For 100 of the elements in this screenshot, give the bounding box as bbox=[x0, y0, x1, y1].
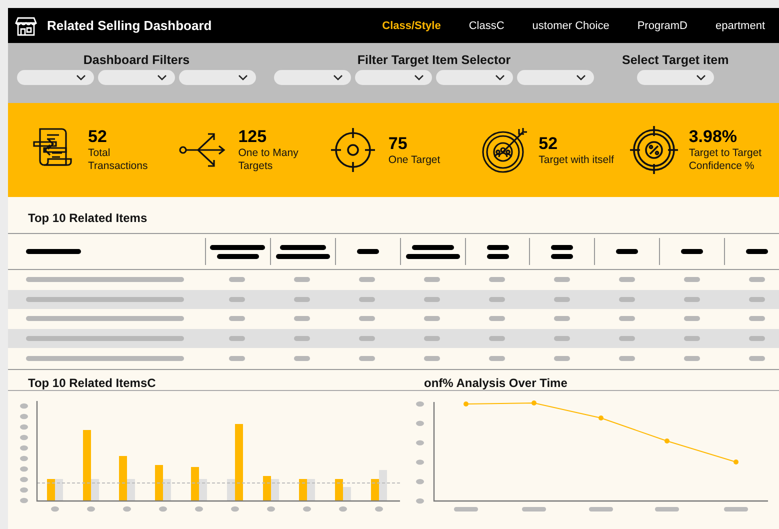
cell-placeholder bbox=[359, 316, 376, 322]
cell-placeholder bbox=[359, 296, 376, 302]
header-placeholder bbox=[616, 249, 638, 254]
data-point bbox=[664, 438, 670, 444]
kpi-value: 75 bbox=[388, 134, 408, 154]
cell-placeholder bbox=[229, 356, 246, 361]
kpi-value: 125 bbox=[238, 127, 268, 148]
tick-label-placeholder bbox=[51, 506, 59, 512]
cell-placeholder bbox=[489, 316, 505, 322]
nav-tab[interactable]: epartment bbox=[715, 20, 765, 32]
cell-placeholder bbox=[554, 356, 570, 361]
header-placeholder bbox=[276, 254, 330, 258]
header-placeholder bbox=[551, 244, 574, 250]
tick-label-placeholder bbox=[87, 506, 95, 512]
cell-placeholder bbox=[229, 296, 246, 302]
tick-label-placeholder bbox=[416, 460, 424, 465]
kpi-label: Target with itself bbox=[538, 154, 615, 166]
dashboard-title: Related Selling Dashboard bbox=[47, 18, 213, 33]
dropdown[interactable] bbox=[355, 70, 432, 85]
dropdown[interactable] bbox=[98, 70, 175, 85]
header-placeholder bbox=[210, 244, 266, 250]
cell-placeholder bbox=[489, 277, 505, 282]
cell-placeholder bbox=[684, 277, 700, 282]
cell-placeholder bbox=[229, 336, 246, 342]
header-placeholder bbox=[746, 249, 768, 254]
tick-label-placeholder bbox=[522, 506, 546, 512]
filter-group-title: Select Target item bbox=[622, 53, 729, 69]
data-point bbox=[734, 459, 738, 464]
data-point bbox=[532, 400, 536, 406]
dropdown[interactable] bbox=[517, 70, 594, 85]
chevron-down-icon bbox=[495, 74, 505, 80]
nav-tab[interactable]: Class/Style bbox=[382, 20, 441, 32]
tick-label-placeholder bbox=[375, 506, 383, 512]
tick-label-placeholder bbox=[231, 506, 239, 512]
dropdown[interactable] bbox=[17, 70, 94, 85]
header-placeholder bbox=[486, 254, 508, 258]
tick-label-placeholder bbox=[416, 478, 424, 484]
cell-placeholder bbox=[294, 316, 310, 322]
header-placeholder bbox=[356, 249, 379, 254]
kpi-value: 52 bbox=[538, 134, 559, 154]
cell-placeholder bbox=[424, 277, 440, 282]
cell-placeholder bbox=[489, 336, 505, 342]
nav-tab[interactable]: ClassC bbox=[468, 20, 504, 32]
cell-placeholder bbox=[294, 336, 310, 342]
header-placeholder bbox=[551, 254, 574, 258]
header-placeholder bbox=[681, 249, 704, 254]
tick-label-placeholder bbox=[655, 506, 679, 512]
cell-placeholder bbox=[424, 296, 440, 302]
cell-placeholder bbox=[618, 336, 635, 342]
nav-tab[interactable]: ustomer Choice bbox=[532, 20, 610, 32]
filter-group-title: Dashboard Filters bbox=[83, 53, 190, 69]
cell-placeholder bbox=[618, 277, 635, 282]
kpi-value: 3.98% bbox=[688, 127, 738, 148]
cell-placeholder bbox=[684, 296, 700, 302]
cell-placeholder bbox=[684, 336, 700, 342]
cell-placeholder bbox=[229, 316, 246, 322]
tick-label-placeholder bbox=[267, 506, 275, 512]
data-point bbox=[598, 415, 604, 420]
cell-placeholder bbox=[748, 356, 765, 361]
cell-placeholder bbox=[359, 336, 376, 342]
cell-placeholder bbox=[359, 277, 376, 282]
cell-placeholder bbox=[294, 277, 310, 282]
tick-label-placeholder bbox=[303, 506, 311, 512]
chart-title: Top 10 Related ItemsC bbox=[8, 370, 400, 391]
chevron-down-icon bbox=[76, 74, 86, 80]
header-placeholder bbox=[280, 244, 326, 250]
cell-placeholder bbox=[229, 277, 246, 282]
chevron-down-icon bbox=[333, 74, 343, 80]
header-placeholder bbox=[406, 254, 460, 258]
percent-target-icon bbox=[628, 125, 679, 175]
cell-placeholder bbox=[294, 356, 310, 361]
dropdown[interactable] bbox=[179, 70, 256, 85]
dropdown[interactable] bbox=[274, 70, 351, 85]
dropdown[interactable] bbox=[636, 70, 714, 85]
cell-placeholder bbox=[554, 336, 570, 342]
header-placeholder bbox=[486, 244, 508, 250]
cell-placeholder bbox=[424, 336, 440, 342]
dropdown[interactable] bbox=[436, 70, 513, 85]
kpi-label: One to Many Targets bbox=[238, 147, 300, 173]
cell-placeholder bbox=[618, 316, 635, 322]
chevron-down-icon bbox=[414, 74, 424, 80]
cell-placeholder bbox=[424, 356, 440, 361]
chevron-down-icon bbox=[576, 74, 586, 80]
kpi-label: Target to Target Confidence % bbox=[688, 147, 763, 173]
cell-placeholder bbox=[748, 316, 765, 322]
tick-label-placeholder bbox=[416, 401, 424, 407]
filter-group-title: Filter Target Item Selector bbox=[357, 53, 511, 69]
tick-label-placeholder bbox=[339, 506, 347, 512]
cell-placeholder bbox=[748, 296, 765, 302]
table-title: Top 10 Related Items bbox=[27, 210, 148, 227]
chevron-down-icon bbox=[157, 74, 167, 80]
header-placeholder bbox=[412, 244, 454, 250]
tick-label-placeholder bbox=[123, 506, 131, 512]
tick-label-placeholder bbox=[195, 506, 203, 512]
cell-placeholder bbox=[424, 316, 440, 322]
nav-tab[interactable]: ProgramD bbox=[637, 20, 688, 32]
cell-placeholder bbox=[294, 296, 310, 302]
tick-label-placeholder bbox=[159, 506, 167, 512]
kpi-label: Total Transactions bbox=[88, 147, 149, 173]
data-point bbox=[464, 401, 468, 406]
